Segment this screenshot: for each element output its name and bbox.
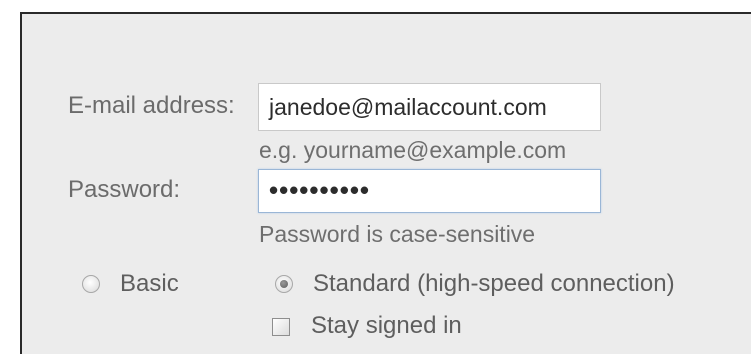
basic-radio[interactable] <box>82 275 100 293</box>
standard-radio-label[interactable]: Standard (high-speed connection) <box>313 270 675 298</box>
password-field[interactable]: •••••••••• <box>258 169 601 213</box>
stay-signed-in-checkbox[interactable] <box>272 318 290 336</box>
basic-radio-label[interactable]: Basic <box>120 270 179 298</box>
password-label: Password: <box>68 176 181 203</box>
email-field[interactable]: janedoe@mailaccount.com <box>258 83 601 131</box>
stay-signed-in-label[interactable]: Stay signed in <box>311 312 462 340</box>
screenshot-frame: E-mail address: janedoe@mailaccount.com … <box>0 0 751 354</box>
email-label: E-mail address: <box>68 92 235 119</box>
email-hint: e.g. yourname@example.com <box>259 137 567 163</box>
password-hint: Password is case-sensitive <box>259 221 536 247</box>
standard-radio[interactable] <box>275 275 293 293</box>
